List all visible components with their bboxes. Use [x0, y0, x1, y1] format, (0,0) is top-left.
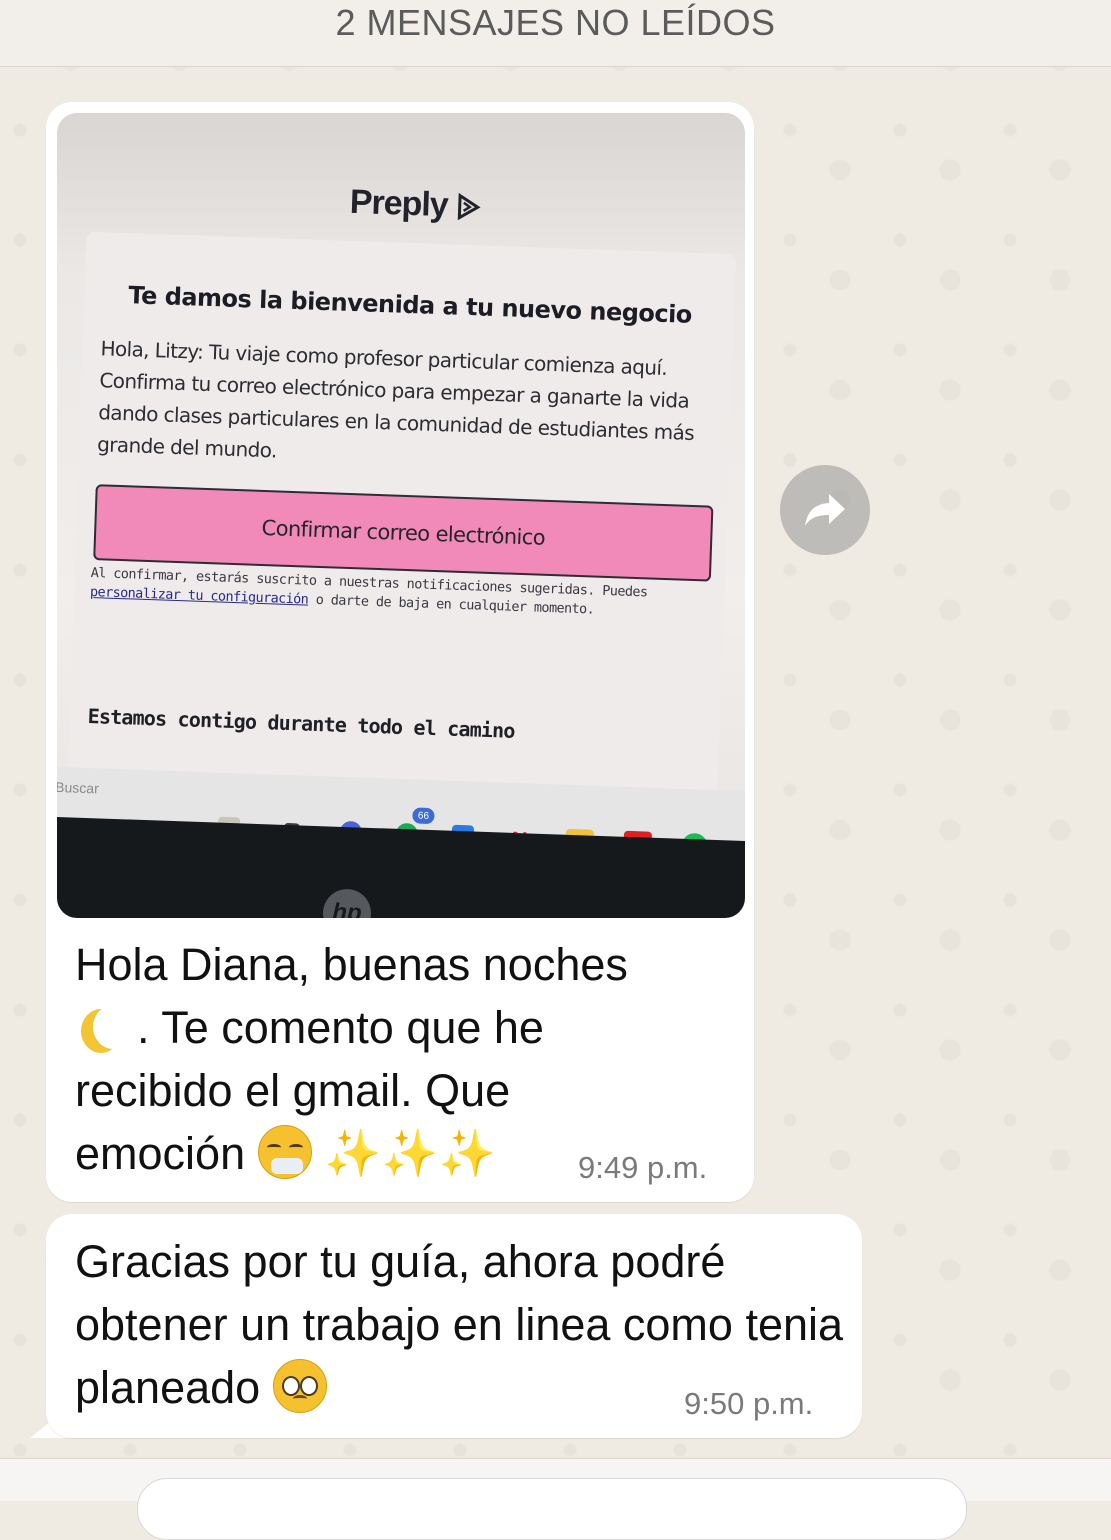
preply-logo: Preply — [349, 183, 483, 227]
unread-messages-label: 2 MENSAJES NO LEÍDOS — [335, 2, 776, 43]
message-input[interactable] — [137, 1478, 967, 1540]
preply-logo-text: Preply — [349, 182, 449, 225]
sneezing-face-icon — [257, 1125, 312, 1179]
forward-arrow-icon — [805, 494, 845, 526]
screen-photo: Preply Te damos la bienvenida a tu nuevo… — [57, 113, 745, 918]
taskbar-search-label: Buscar — [57, 778, 100, 797]
crescent-moon-icon — [93, 1005, 133, 1049]
sparkles-icon: ✨ — [324, 1127, 382, 1179]
forward-button[interactable] — [780, 465, 870, 555]
email-body: Hola, Litzy: Tu viaje como profesor part… — [96, 336, 695, 463]
message-image[interactable]: Preply Te damos la bienvenida a tu nuevo… — [57, 113, 745, 918]
whatsapp-badge: 66 — [412, 807, 435, 825]
sparkles-icon: ✨ — [381, 1127, 439, 1179]
pleading-face-icon — [272, 1359, 327, 1413]
preply-mark-icon — [458, 192, 481, 221]
sparkles-icon: ✨ — [438, 1127, 496, 1179]
message-timestamp: 9:50 p.m. — [684, 1386, 814, 1421]
message-text: Hola Diana, buenas noches . Te comento q… — [75, 933, 685, 1185]
unread-messages-banner: 2 MENSAJES NO LEÍDOS — [0, 0, 1111, 67]
message-timestamp: 9:49 p.m. — [578, 1150, 708, 1185]
message-text-part: Hola Diana, buenas noches — [75, 939, 628, 990]
